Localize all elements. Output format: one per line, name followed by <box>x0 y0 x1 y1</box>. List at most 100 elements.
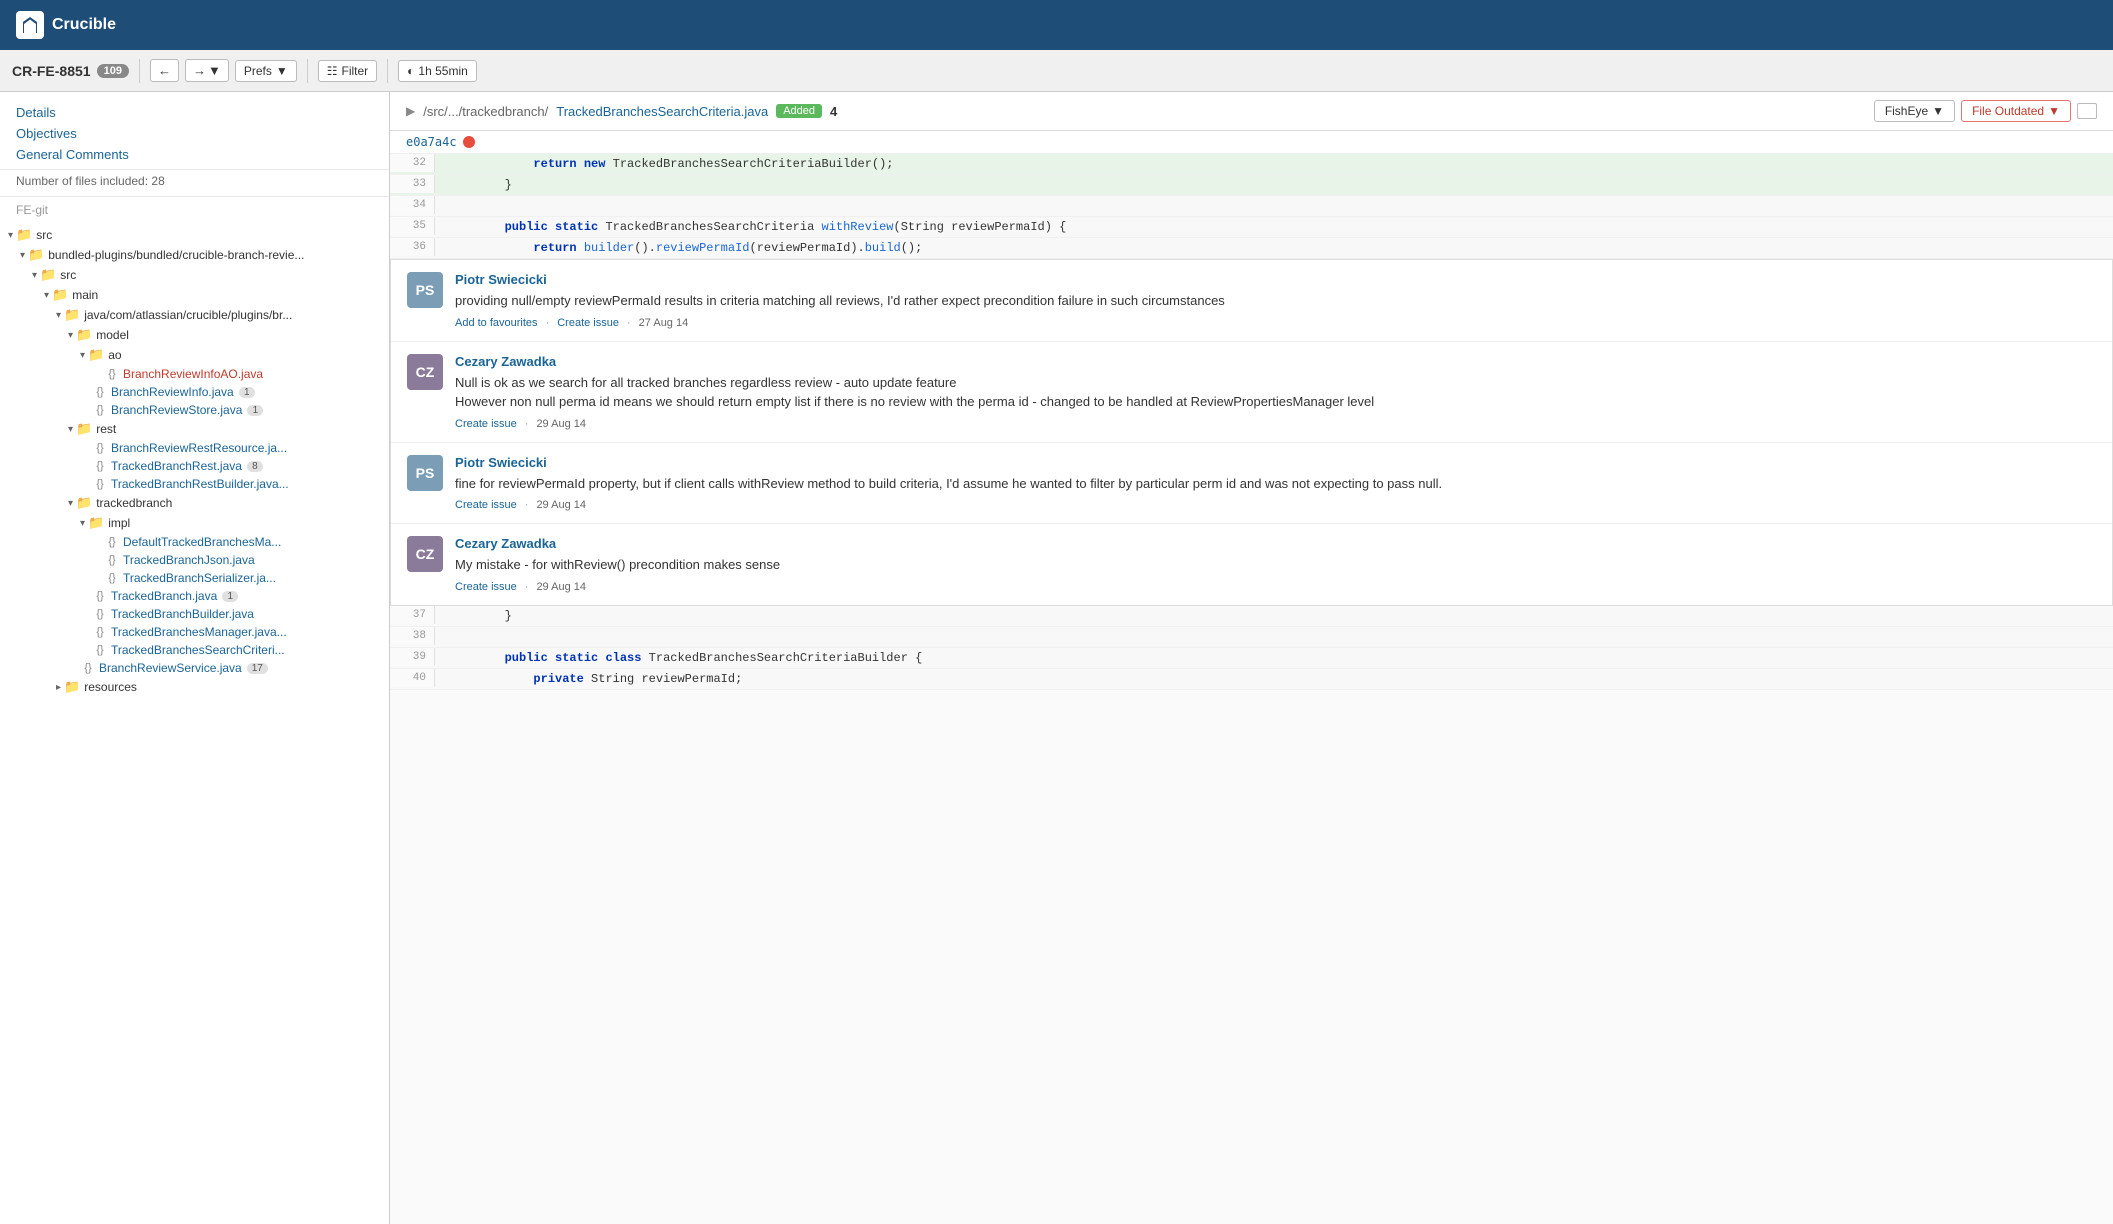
file-name: TrackedBranchSerializer.ja... <box>123 571 276 585</box>
folder-name: model <box>96 328 129 342</box>
tree-item[interactable]: ▾📁model <box>0 325 389 345</box>
tree-item[interactable]: ▾📁ao <box>0 345 389 365</box>
file-type-icon: ▶ <box>406 104 415 118</box>
comment-author-1[interactable]: Piotr Swiecicki <box>455 272 2096 287</box>
file-name-link[interactable]: TrackedBranchesSearchCriteria.java <box>556 104 768 119</box>
tree-item[interactable]: ▾📁rest <box>0 419 389 439</box>
comment-author-2[interactable]: Cezary Zawadka <box>455 354 2096 369</box>
file-icon: {} <box>105 368 119 380</box>
comment-count-badge: 109 <box>97 64 129 78</box>
tree-item[interactable]: ▸📁resources <box>0 677 389 697</box>
file-header: ▶ /src/.../trackedbranch/TrackedBranches… <box>390 92 2113 131</box>
file-tree: ▾📁src▾📁bundled-plugins/bundled/crucible-… <box>0 221 389 701</box>
tree-item[interactable]: {} TrackedBranchJson.java <box>0 551 389 569</box>
folder-name: impl <box>108 516 130 530</box>
file-name: TrackedBranchBuilder.java <box>111 607 254 621</box>
tree-item[interactable]: ▾📁java/com/atlassian/crucible/plugins/br… <box>0 305 389 325</box>
tree-item[interactable]: {}BranchReviewInfo.java1 <box>0 383 389 401</box>
file-icon: {} <box>81 662 95 674</box>
file-name: TrackedBranchJson.java <box>123 553 255 567</box>
time-label: 1h 55min <box>418 64 467 78</box>
tree-item[interactable]: ▾📁 trackedbranch <box>0 493 389 513</box>
tree-item[interactable]: ▾📁main <box>0 285 389 305</box>
folder-icon: 📁 <box>64 307 80 323</box>
tree-item[interactable]: {}TrackedBranchesManager.java... <box>0 623 389 641</box>
add-to-fav-link-1[interactable]: Add to favourites <box>455 317 538 329</box>
comment-body-4: Cezary Zawadka My mistake - for withRevi… <box>455 536 2096 593</box>
comment-author-3[interactable]: Piotr Swiecicki <box>455 455 2096 470</box>
comment-actions-3: Create issue · 29 Aug 14 <box>455 499 2096 511</box>
sidebar-nav-details[interactable]: Details <box>16 102 373 123</box>
filter-button[interactable]: ☷ Filter <box>318 60 377 82</box>
tree-item[interactable]: ▾📁src <box>0 225 389 245</box>
tree-item[interactable]: {}TrackedBranch.java1 <box>0 587 389 605</box>
tree-item[interactable]: {}BranchReviewService.java17 <box>0 659 389 677</box>
tree-item[interactable]: {}BranchReviewRestResource.ja... <box>0 439 389 457</box>
file-icon: {} <box>105 554 119 566</box>
code-line-34: 34 <box>390 196 2113 217</box>
folder-triangle-icon: ▾ <box>44 290 49 301</box>
sidebar-nav-objectives[interactable]: Objectives <box>16 123 373 144</box>
tree-item[interactable]: ▾📁src <box>0 265 389 285</box>
line-content-33: } <box>435 175 524 195</box>
create-issue-link-3[interactable]: Create issue <box>455 499 517 511</box>
line-content-34 <box>435 196 466 216</box>
create-issue-link-1[interactable]: Create issue <box>557 317 619 329</box>
tree-item[interactable]: {}TrackedBranchesSearchCriteri... <box>0 641 389 659</box>
folder-triangle-icon: ▾ <box>68 424 73 435</box>
comment-4: CZ Cezary Zawadka My mistake - for withR… <box>391 524 2112 605</box>
file-icon: {} <box>93 608 107 620</box>
tree-item[interactable]: ▾📁impl <box>0 513 389 533</box>
line-num-35: 35 <box>390 217 435 235</box>
comment-actions-2: Create issue · 29 Aug 14 <box>455 418 2096 430</box>
tree-item[interactable]: {}BranchReviewStore.java1 <box>0 401 389 419</box>
commit-hash[interactable]: e0a7a4c <box>406 135 457 149</box>
folder-name: src <box>36 228 52 242</box>
folder-icon: 📁 <box>76 495 92 511</box>
tree-item[interactable]: {}TrackedBranchSerializer.ja... <box>0 569 389 587</box>
fisheye-button[interactable]: FishEye ▼ <box>1874 100 1955 122</box>
file-icon: {} <box>93 644 107 656</box>
folder-triangle-icon: ▾ <box>80 518 85 529</box>
comment-2: CZ Cezary Zawadka Null is ok as we searc… <box>391 342 2112 443</box>
line-content-36: return builder().reviewPermaId(reviewPer… <box>435 238 934 258</box>
folder-name: java/com/atlassian/crucible/plugins/br..… <box>84 308 292 322</box>
line-num-37: 37 <box>390 606 435 624</box>
logo-area[interactable]: Crucible <box>16 11 116 39</box>
create-issue-link-2[interactable]: Create issue <box>455 418 517 430</box>
folder-icon: 📁 <box>76 421 92 437</box>
comment-3: PS Piotr Swiecicki fine for reviewPermaI… <box>391 443 2112 525</box>
commit-indicator <box>463 136 475 148</box>
line-num-34: 34 <box>390 196 435 214</box>
tree-item[interactable]: {}DefaultTrackedBranchesMa... <box>0 533 389 551</box>
code-line-33: 33 } <box>390 175 2113 196</box>
prefs-button[interactable]: Prefs ▼ <box>235 60 297 82</box>
file-path-prefix: /src/.../trackedbranch/ <box>423 104 548 119</box>
folder-name: trackedbranch <box>96 496 172 510</box>
tree-item[interactable]: {}TrackedBranchRestBuilder.java... <box>0 475 389 493</box>
line-content-38 <box>435 627 466 647</box>
crucible-logo-icon <box>16 11 44 39</box>
create-issue-link-4[interactable]: Create issue <box>455 581 517 593</box>
tree-item[interactable]: {} TrackedBranchBuilder.java <box>0 605 389 623</box>
code-line-37: 37 } <box>390 606 2113 627</box>
sub-header: CR-FE-8851 109 ← → ▼ Prefs ▼ ☷ Filter ◐ … <box>0 50 2113 92</box>
nav-dropdown-icon: ▼ <box>208 63 221 78</box>
time-button[interactable]: ◐ 1h 55min <box>398 60 477 82</box>
nav-back-button[interactable]: ← <box>150 59 179 82</box>
file-outdated-button[interactable]: File Outdated ▼ <box>1961 100 2071 122</box>
comment-date-2: 29 Aug 14 <box>536 418 586 430</box>
comment-author-4[interactable]: Cezary Zawadka <box>455 536 2096 551</box>
folder-triangle-icon: ▾ <box>32 270 37 281</box>
folder-triangle-icon: ▾ <box>68 498 73 509</box>
comment-text-4: My mistake - for withReview() preconditi… <box>455 555 2096 575</box>
nav-forward-group[interactable]: → ▼ <box>185 59 229 82</box>
divider2 <box>307 59 308 83</box>
file-name: TrackedBranchRest.java <box>111 459 242 473</box>
expand-icon[interactable] <box>2077 103 2097 119</box>
tree-item[interactable]: {}BranchReviewInfoAO.java <box>0 365 389 383</box>
tree-item[interactable]: {}TrackedBranchRest.java8 <box>0 457 389 475</box>
clock-icon: ◐ <box>407 64 414 78</box>
tree-item[interactable]: ▾📁bundled-plugins/bundled/crucible-branc… <box>0 245 389 265</box>
sidebar-nav-general-comments[interactable]: General Comments <box>16 144 373 165</box>
